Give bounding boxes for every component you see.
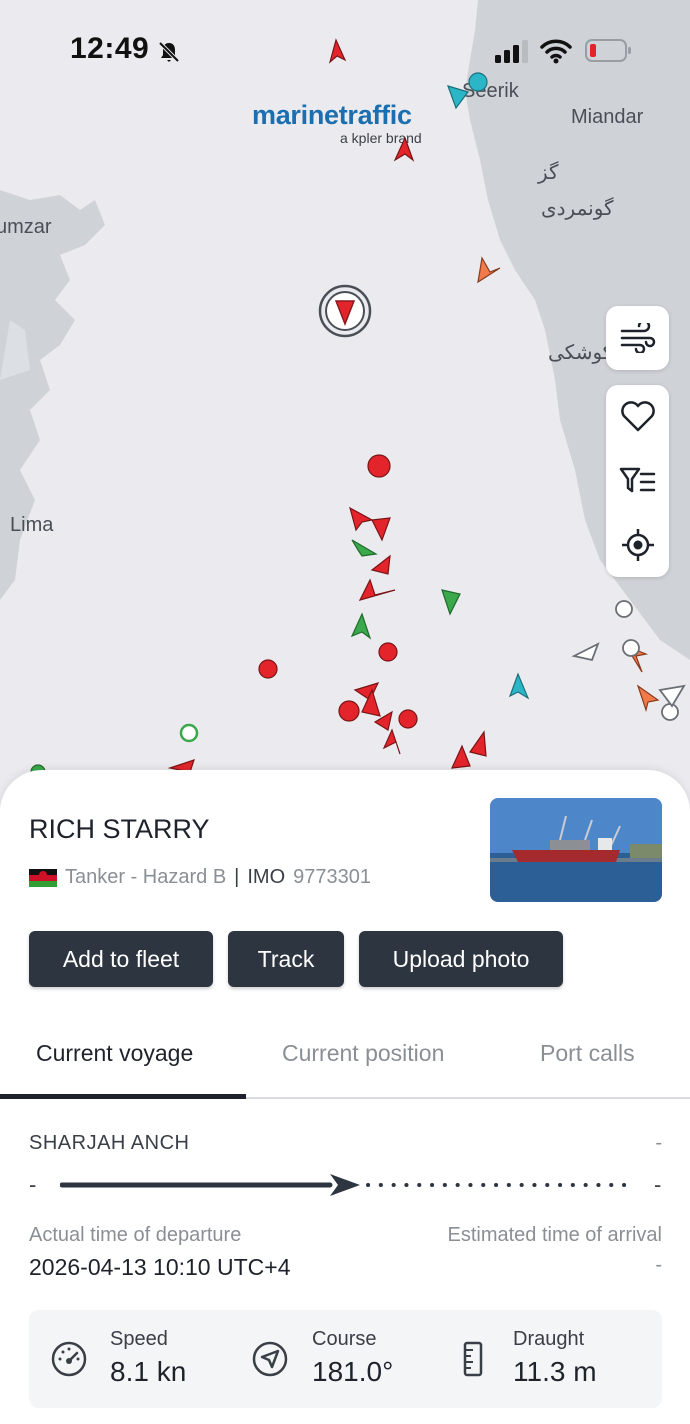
vessel-markers xyxy=(30,38,686,780)
active-tab-indicator xyxy=(0,1094,246,1099)
departure-dash: - xyxy=(29,1172,37,1197)
departure-port: SHARJAH ANCH xyxy=(29,1132,190,1154)
course-label: Course xyxy=(312,1328,377,1350)
map-view[interactable]: 12:49 marinetraffic a kpler brand Seerik… xyxy=(0,0,690,820)
filter-button[interactable] xyxy=(606,449,669,513)
atd-value: 2026-04-13 10:10 UTC+4 xyxy=(29,1254,291,1280)
selected-vessel-marker[interactable] xyxy=(318,284,372,338)
vessel-marker[interactable] xyxy=(508,672,530,700)
detail-tabs: Current voyage Current position Port cal… xyxy=(0,1026,690,1099)
vessel-name: RICH STARRY xyxy=(29,814,210,844)
vessel-marker[interactable] xyxy=(382,728,401,755)
eta-value: - xyxy=(655,1254,662,1276)
vessel-marker[interactable] xyxy=(358,578,396,601)
filter-list-icon xyxy=(619,467,655,493)
vessel-photo[interactable] xyxy=(490,798,662,902)
map-actions xyxy=(606,385,669,577)
vessel-marker[interactable] xyxy=(350,612,372,640)
vessel-stats: Speed 8.1 kn Course 181.0° Draught 11.3 … xyxy=(29,1310,662,1408)
locate-button[interactable] xyxy=(606,513,669,577)
vessel-marker[interactable] xyxy=(398,709,418,729)
vessel-marker[interactable] xyxy=(615,600,633,618)
vessel-type: Tanker - Hazard B xyxy=(65,866,227,888)
vessel-marker[interactable] xyxy=(258,659,278,679)
vessel-marker[interactable] xyxy=(661,703,679,721)
atd-label: Actual time of departure xyxy=(29,1224,242,1246)
vessel-marker[interactable] xyxy=(393,136,415,162)
imo-number: 9773301 xyxy=(293,866,372,888)
vessel-marker[interactable] xyxy=(328,38,347,64)
vessel-marker[interactable] xyxy=(447,85,469,110)
course-value: 181.0° xyxy=(312,1356,394,1387)
locate-icon xyxy=(621,529,654,561)
vessel-marker[interactable] xyxy=(451,744,471,769)
vessel-marker[interactable] xyxy=(477,256,501,284)
draught-ruler-icon xyxy=(463,1341,483,1377)
destination-port: - xyxy=(655,1132,662,1154)
upload-photo-button[interactable]: Upload photo xyxy=(359,931,563,987)
draught-label: Draught xyxy=(513,1328,585,1350)
vessel-marker[interactable] xyxy=(367,454,391,478)
wind-icon xyxy=(620,323,655,353)
vessel-marker[interactable] xyxy=(571,642,600,662)
vessel-marker[interactable] xyxy=(441,589,461,616)
vessel-marker[interactable] xyxy=(622,639,640,657)
course-navigation-icon xyxy=(252,1341,288,1377)
speedometer-icon xyxy=(51,1341,87,1377)
heart-icon xyxy=(620,401,655,432)
vessel-marker[interactable] xyxy=(636,684,660,713)
draught-value: 11.3 m xyxy=(513,1356,597,1387)
arrival-dash: - xyxy=(654,1172,662,1197)
vessel-marker[interactable] xyxy=(370,554,391,575)
vessel-marker[interactable] xyxy=(371,517,391,542)
add-to-fleet-button[interactable]: Add to fleet xyxy=(29,931,213,987)
vessel-marker[interactable] xyxy=(351,539,378,557)
track-button[interactable]: Track xyxy=(228,931,344,987)
vessel-marker[interactable] xyxy=(468,72,488,92)
imo-label: IMO xyxy=(247,866,286,888)
vessel-info: Tanker - Hazard B | IMO 9773301 xyxy=(29,866,371,889)
favorites-button[interactable] xyxy=(606,385,669,449)
vessel-marker[interactable] xyxy=(469,730,487,757)
weather-control[interactable] xyxy=(606,306,669,370)
vessel-marker[interactable] xyxy=(658,684,686,708)
malawi-flag-icon xyxy=(29,868,57,887)
speed-label: Speed xyxy=(110,1328,168,1350)
map-controls xyxy=(606,306,669,577)
vessel-marker[interactable] xyxy=(338,700,360,722)
speed-value: 8.1 kn xyxy=(110,1356,187,1387)
voyage-progress xyxy=(60,1174,628,1196)
vessel-marker[interactable] xyxy=(378,642,398,662)
tab-current-voyage[interactable]: Current voyage xyxy=(36,1040,193,1067)
vessel-detail-sheet: RICH STARRY Tanker - Hazard B | IMO 9773… xyxy=(0,770,690,1424)
vessel-marker[interactable] xyxy=(349,506,374,532)
tab-port-calls[interactable]: Port calls xyxy=(540,1040,635,1067)
vessel-marker[interactable] xyxy=(179,723,199,743)
info-separator: | xyxy=(234,866,240,888)
wind-layer-button[interactable] xyxy=(606,306,669,370)
tab-current-position[interactable]: Current position xyxy=(282,1040,444,1067)
eta-label: Estimated time of arrival xyxy=(447,1224,662,1246)
